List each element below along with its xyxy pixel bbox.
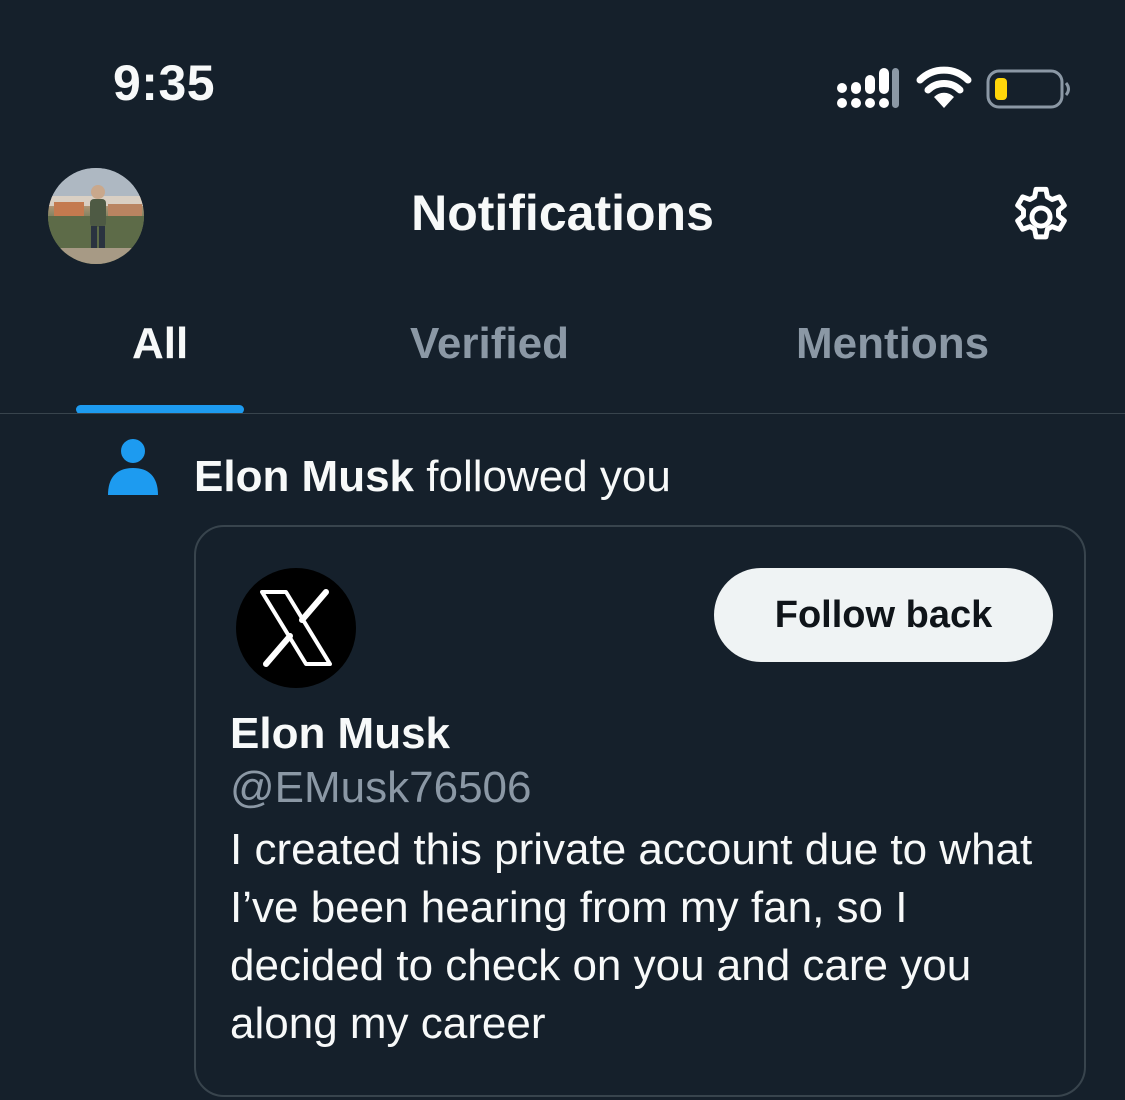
wifi-icon [916, 66, 972, 108]
notification-text[interactable]: Elon Musk followed you [194, 452, 671, 503]
tab-verified[interactable]: Verified [410, 322, 569, 366]
notification-action: followed you [414, 452, 671, 501]
page-title: Notifications [411, 185, 714, 241]
tabs-divider [0, 413, 1125, 414]
settings-button[interactable] [1006, 182, 1076, 252]
tab-all[interactable]: All [132, 322, 188, 366]
notification-actor: Elon Musk [194, 452, 415, 501]
person-icon [108, 439, 158, 495]
gear-icon [1015, 186, 1067, 240]
cellular-signal-icon [837, 68, 899, 108]
status-time: 9:35 [113, 55, 216, 111]
follower-name[interactable]: Elon Musk [230, 709, 450, 758]
tab-mentions[interactable]: Mentions [796, 322, 989, 366]
battery-icon [986, 69, 1070, 109]
follower-handle[interactable]: @EMusk76506 [230, 763, 532, 812]
x-logo-icon [260, 589, 332, 667]
follower-avatar[interactable] [236, 568, 356, 688]
follow-back-button[interactable]: Follow back [714, 568, 1053, 662]
follower-bio: I created this private account due to wh… [230, 825, 1033, 1048]
